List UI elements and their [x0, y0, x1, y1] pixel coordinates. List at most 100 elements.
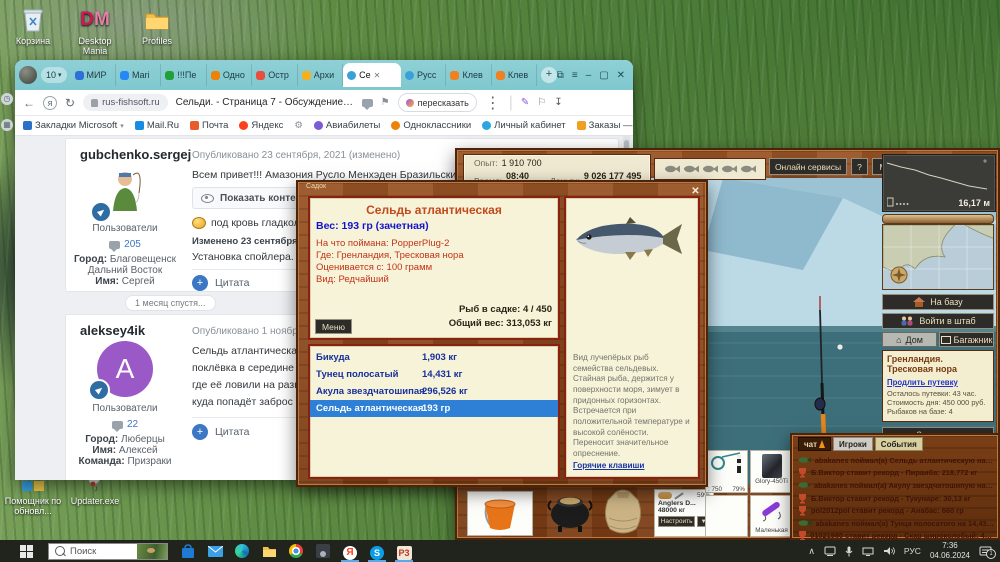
lure-slot[interactable]: Маленькая	[750, 495, 793, 537]
search-highlight-image	[137, 544, 167, 559]
clock[interactable]: 7:3604.06.2024	[930, 541, 970, 560]
browser-tab[interactable]: МИР	[71, 64, 116, 86]
bait-icon	[658, 492, 672, 499]
bookmark-item[interactable]: Одноклассники	[391, 120, 471, 131]
chat-tabs: чат Игроки События	[792, 435, 998, 451]
browser-menu-icon[interactable]: ≡	[572, 70, 578, 81]
map-panel[interactable]	[882, 214, 994, 290]
sonar-panel[interactable]: 16,17 м	[882, 154, 996, 212]
tab-events[interactable]: События	[875, 437, 923, 451]
bookmark-item[interactable]: Личный кабинет	[482, 120, 565, 131]
browser-tab[interactable]: !!!Пе	[161, 64, 206, 86]
taskbar-skype-icon[interactable]: S	[369, 540, 385, 562]
tray-network-icon[interactable]	[862, 546, 874, 556]
bookmark-item[interactable]: Закладки Microsoft▾	[23, 120, 124, 131]
side-panel-icon[interactable]: ⧉	[557, 70, 564, 81]
browser-tab[interactable]: Одно	[207, 64, 252, 86]
fish-list-row[interactable]: Тунец полосатый14,431 кг	[310, 366, 558, 383]
help-button[interactable]: ?	[851, 158, 868, 175]
tray-expand-icon[interactable]: ∧	[808, 546, 815, 557]
map-scroll-roller	[882, 214, 994, 224]
taskbar-game-icon[interactable]: Р3	[396, 540, 412, 562]
taskbar-explorer-icon[interactable]	[261, 543, 277, 559]
address-bar[interactable]: rus-fishsoft.ru	[83, 94, 168, 111]
profile-avatar[interactable]	[19, 66, 37, 84]
tray-device-icon[interactable]	[824, 546, 836, 556]
enter-hq-button[interactable]: Войти в штаб	[882, 313, 994, 329]
configure-button[interactable]: Настроить	[658, 516, 695, 527]
bookmark-item[interactable]: Авиабилеты	[314, 120, 380, 131]
desktop-icon-desktop-mania[interactable]: DM Desktop Mania	[66, 6, 124, 56]
extend-ticket-link[interactable]: Продлить путевку	[887, 378, 989, 387]
browser-tab[interactable]: Клев	[492, 64, 537, 86]
retell-button[interactable]: пересказать	[398, 93, 477, 112]
more-icon[interactable]: ⋮	[485, 93, 501, 113]
fish-list-row-selected[interactable]: Сельдь атлантическая193 гр	[310, 400, 558, 417]
tab-groups-button[interactable]: 10▾	[41, 67, 67, 83]
rod-slot[interactable]: : 750 79%	[705, 450, 748, 493]
bucket-slot[interactable]	[467, 491, 533, 536]
minimize-button[interactable]: –	[586, 70, 592, 81]
tab-players[interactable]: Игроки	[833, 437, 873, 451]
desktop-icon-profiles[interactable]: Profiles	[128, 6, 186, 46]
online-services-button[interactable]: Онлайн сервисы	[769, 158, 847, 175]
chat-message: Б.Виктор ставит рекорд - Тукунаре: 30,13…	[798, 492, 994, 505]
new-tab-button[interactable]: +	[541, 67, 556, 83]
tab-chat[interactable]: чат	[798, 437, 831, 451]
bookmark-item[interactable]: Заказы — ОмскМ	[577, 120, 633, 131]
download-icon[interactable]: ↧	[554, 97, 562, 108]
taskbar-store-icon[interactable]	[180, 543, 196, 559]
tab-trunk[interactable]: Багажник	[939, 332, 994, 347]
post-author[interactable]: gubchenko.sergej	[80, 147, 191, 162]
desktop-icon-recycle-bin[interactable]: Корзина	[4, 6, 62, 46]
browser-tab[interactable]: Клев	[446, 64, 491, 86]
taskbar-mail-icon[interactable]	[207, 543, 223, 559]
browser-tab[interactable]: Mari	[116, 64, 161, 86]
bookmark-gear-icon[interactable]: ⚙	[294, 120, 303, 131]
taskbar-app-icon[interactable]	[315, 543, 331, 559]
fish-list-row[interactable]: Акула звездчатошипая296,526 кг	[310, 383, 558, 400]
tab-home[interactable]: ⌂Дом	[882, 332, 937, 347]
post-author[interactable]: aleksey4ik	[80, 323, 145, 338]
browser-tab[interactable]: Архи	[298, 64, 343, 86]
bookmark-item[interactable]: Яндекс	[239, 120, 283, 131]
browser-tab[interactable]: Остр	[252, 64, 297, 86]
tray-mic-icon[interactable]	[845, 546, 853, 557]
bookmark-flag-icon[interactable]: ⚑	[381, 97, 390, 108]
reload-icon[interactable]: ↻	[65, 96, 75, 110]
pen-icon[interactable]: ✎	[521, 97, 529, 108]
maximize-button[interactable]: ▢	[599, 70, 608, 81]
back-icon[interactable]: ←	[23, 96, 35, 110]
taskbar-chrome-icon[interactable]	[288, 543, 304, 559]
fish-list-row[interactable]: Бикуда1,903 кг	[310, 349, 558, 366]
flag2-icon[interactable]: ⚐	[537, 97, 546, 108]
language-indicator[interactable]: РУС	[904, 546, 921, 556]
pot-item[interactable]	[545, 488, 595, 539]
cage-menu-button[interactable]: Меню	[315, 319, 352, 334]
close-button[interactable]: ✕	[617, 70, 625, 81]
taskbar-yandex-icon[interactable]: Я	[342, 540, 358, 562]
protect-icon[interactable]: я	[43, 96, 57, 110]
bookmark-item[interactable]: Mail.Ru	[135, 120, 179, 131]
notifications-button[interactable]: 1	[979, 546, 992, 557]
tray-volume-icon[interactable]	[883, 546, 895, 556]
search-box[interactable]: Поиск	[48, 543, 168, 560]
to-base-button[interactable]: На базу	[882, 294, 994, 310]
hotkeys-link[interactable]: Горячие клавиши	[573, 461, 644, 470]
empty-slot[interactable]	[705, 495, 748, 537]
browser-tab-active[interactable]: Се✕	[343, 63, 401, 87]
bookmark-item[interactable]: Почта	[190, 120, 228, 131]
browser-sidebar-history-icon[interactable]: ◷	[1, 93, 13, 105]
tab-close-icon[interactable]: ✕	[374, 71, 381, 80]
taskbar-edge-icon[interactable]	[234, 543, 250, 559]
trophy-strip[interactable]	[654, 158, 766, 180]
comments-icon[interactable]	[362, 99, 373, 107]
herring-image	[570, 208, 694, 270]
reel-slot[interactable]: Glory-450Ti	[750, 450, 793, 493]
sack-item[interactable]	[597, 486, 649, 541]
tab-label: Архи	[314, 70, 334, 80]
caught-fish-icon	[798, 481, 810, 489]
browser-tab[interactable]: Русс	[401, 64, 446, 86]
start-button[interactable]	[18, 543, 34, 559]
browser-sidebar-apps-icon[interactable]: ▦	[1, 119, 13, 131]
